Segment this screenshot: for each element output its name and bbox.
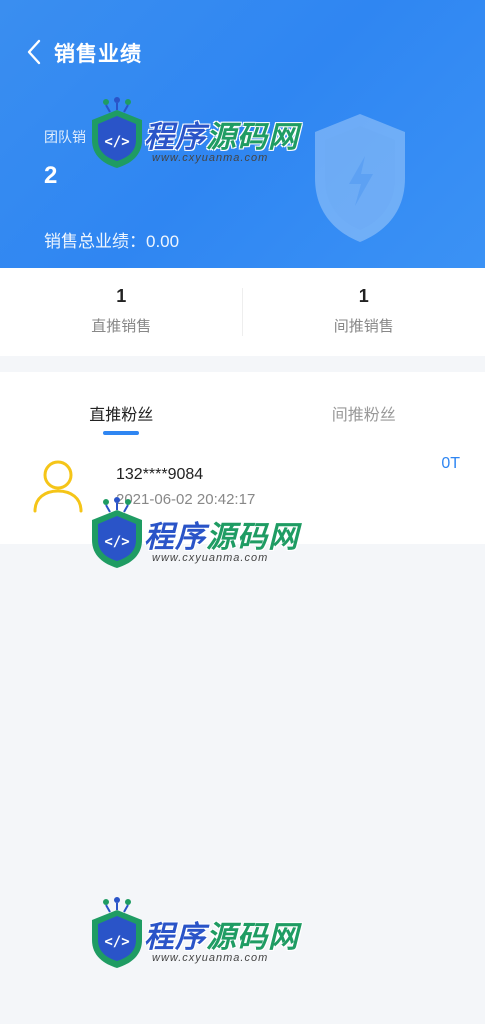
- stats-row: 1 直推销售 1 间推销售: [0, 268, 485, 356]
- team-sales-value: 2: [44, 162, 58, 189]
- divider: [242, 288, 243, 336]
- svg-text:</>: </>: [104, 934, 129, 950]
- fans-list: 132****9084 2021-06-02 20:42:17 0T: [0, 438, 485, 544]
- user-avatar-icon: [33, 460, 83, 513]
- header-banner: 销售业绩 团队销 2 销售总业绩：0.00: [0, 0, 485, 268]
- fan-phone: 132****9084: [116, 466, 204, 483]
- stat-value: 1: [358, 286, 369, 306]
- tab-bar: 直推粉丝 间推粉丝: [0, 372, 485, 438]
- stat-value: 1: [116, 286, 127, 306]
- active-tab-indicator: [103, 431, 140, 435]
- shield-lightning-icon: [315, 114, 405, 242]
- back-button[interactable]: [20, 36, 48, 68]
- total-sales-label: 销售总业绩：0.00: [44, 232, 180, 251]
- watermark-url: www.cxyuanma.com: [152, 552, 269, 564]
- fan-amount: 0T: [441, 455, 460, 472]
- chevron-left-icon: [27, 39, 41, 65]
- watermark-url: www.cxyuanma.com: [152, 952, 269, 964]
- tab-indirect-fans[interactable]: 间推粉丝: [243, 372, 485, 438]
- tab-label: 间推粉丝: [331, 407, 396, 424]
- stat-label: 直推销售: [91, 318, 152, 335]
- stat-direct-sales[interactable]: 1 直推销售: [0, 268, 243, 356]
- stat-indirect-sales[interactable]: 1 间推销售: [243, 268, 485, 356]
- watermark-logo-icon: </>: [92, 897, 142, 968]
- list-item[interactable]: 132****9084 2021-06-02 20:42:17 0T: [0, 438, 485, 544]
- watermark-text: 程序源码网: [144, 921, 299, 954]
- tab-label: 直推粉丝: [89, 407, 154, 424]
- team-sales-label: 团队销: [44, 129, 86, 145]
- watermark: </> 程序源码网 www.cxyuanma.com: [86, 896, 299, 986]
- page-title: 销售业绩: [54, 43, 142, 66]
- stat-label: 间推销售: [333, 318, 394, 335]
- tab-direct-fans[interactable]: 直推粉丝: [0, 372, 243, 438]
- fan-date: 2021-06-02 20:42:17: [116, 491, 256, 508]
